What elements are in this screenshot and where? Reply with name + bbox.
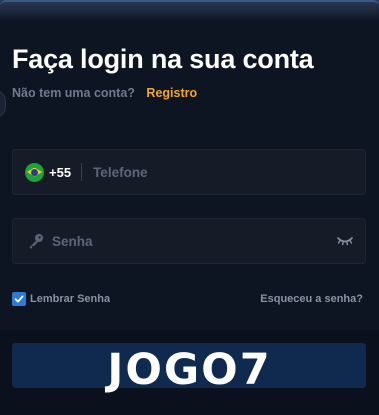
- password-field[interactable]: [12, 218, 366, 264]
- country-code[interactable]: +55: [49, 165, 71, 180]
- no-account-text: Não tem uma conta?: [12, 86, 135, 100]
- password-input[interactable]: [52, 233, 252, 249]
- side-handle[interactable]: [0, 90, 6, 118]
- forgot-password-link[interactable]: Esqueceu a senha?: [260, 293, 363, 305]
- page-title: Faça login na sua conta: [12, 44, 314, 74]
- register-prompt: Não tem uma conta? Registro: [12, 86, 197, 100]
- key-icon: [29, 234, 43, 249]
- field-divider: [81, 163, 83, 181]
- modal-top-edge: [0, 0, 379, 6]
- phone-input[interactable]: [93, 164, 294, 180]
- register-link[interactable]: Registro: [146, 86, 197, 100]
- checkbox-checked-icon[interactable]: [12, 292, 26, 306]
- phone-field[interactable]: +55: [12, 149, 366, 195]
- remember-password-checkbox[interactable]: Lembrar Senha: [12, 292, 110, 306]
- checkmark-icon: [14, 295, 24, 303]
- login-button[interactable]: [12, 343, 366, 388]
- brazil-flag-icon[interactable]: [25, 162, 44, 182]
- remember-password-label[interactable]: Lembrar Senha: [30, 293, 110, 305]
- eye-closed-icon[interactable]: [337, 235, 353, 247]
